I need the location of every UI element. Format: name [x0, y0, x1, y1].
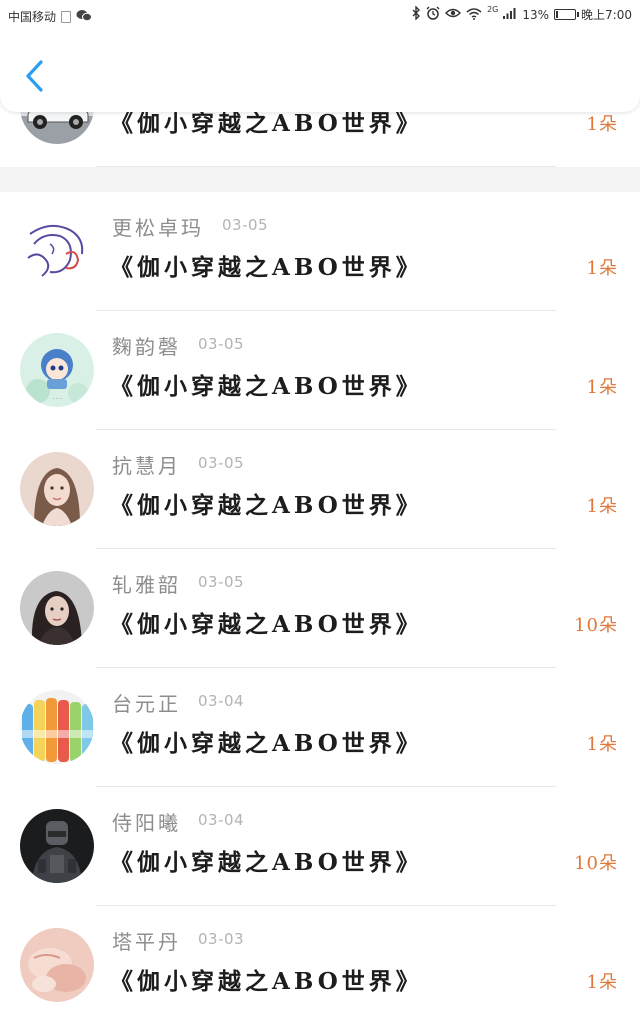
- date: 03-05: [198, 573, 245, 591]
- list-item[interactable]: 塔平丹 03-03 《伽小穿越之ABO世界》 1朵: [0, 906, 640, 1024]
- battery-level: [556, 11, 559, 18]
- book-title: 《伽小穿越之ABO世界》: [110, 968, 423, 995]
- book-title: 《伽小穿越之ABO世界》: [110, 611, 423, 638]
- date: 03-04: [198, 811, 245, 829]
- alarm-icon: [426, 6, 440, 23]
- wechat-icon: [76, 9, 93, 25]
- sim-icon: [61, 10, 72, 23]
- flower-count: 1朵: [586, 114, 618, 135]
- book-title: 《伽小穿越之ABO世界》: [110, 849, 423, 876]
- list-item[interactable]: 轧雅韶 03-05 《伽小穿越之ABO世界》 10朵: [0, 549, 640, 668]
- flower-count: 1朵: [586, 972, 618, 993]
- username: 更松卓玛: [112, 216, 204, 240]
- date: 03-05: [198, 454, 245, 472]
- avatar[interactable]: [20, 690, 94, 764]
- list-item[interactable]: 更松卓玛 03-05 《伽小穿越之ABO世界》 1朵: [0, 192, 640, 311]
- back-button[interactable]: [20, 56, 50, 96]
- eye-icon: [445, 7, 462, 22]
- date: 03-05: [198, 335, 245, 353]
- carrier-label: 中国移动: [8, 10, 57, 24]
- username: 台元正: [112, 692, 181, 716]
- status-bar: 中国移动 2G 13% 晚上7:00: [0, 0, 640, 30]
- avatar[interactable]: [20, 571, 94, 645]
- wifi-icon: [466, 7, 482, 23]
- book-title: 《伽小穿越之ABO世界》: [110, 730, 423, 757]
- username: 轧雅韶: [112, 573, 181, 597]
- date: 03-04: [198, 692, 245, 710]
- network-type-label: 2G: [487, 5, 499, 14]
- flower-count: 10朵: [574, 853, 618, 874]
- username: 塔平丹: [112, 930, 181, 954]
- clock-label: 晚上7:00: [581, 8, 632, 22]
- battery-icon: [554, 9, 580, 20]
- gift-list: 卞达 03-05 《伽小穿越之ABO世界》 1朵 更松卓玛 03-05 《伽小穿…: [0, 0, 640, 1024]
- username: 抗慧月: [112, 454, 181, 478]
- list-item[interactable]: 侍阳曦 03-04 《伽小穿越之ABO世界》 10朵: [0, 787, 640, 906]
- username: 侍阳曦: [112, 811, 181, 835]
- bluetooth-icon: [412, 5, 421, 23]
- status-right: 2G 13% 晚上7:00: [412, 5, 632, 23]
- date: 03-05: [222, 216, 269, 234]
- battery-percent-label: 13%: [522, 7, 550, 22]
- book-title: 《伽小穿越之ABO世界》: [110, 254, 423, 281]
- book-title: 《伽小穿越之ABO世界》: [110, 492, 423, 519]
- status-left: 中国移动: [8, 8, 93, 25]
- flower-count: 1朵: [586, 734, 618, 755]
- avatar[interactable]: [20, 809, 94, 883]
- flower-count: 1朵: [586, 496, 618, 517]
- divider: [96, 166, 556, 167]
- flower-count: 1朵: [586, 377, 618, 398]
- flower-count: 1朵: [586, 258, 618, 279]
- list-item[interactable]: · · · 麴韵磬 03-05 《伽小穿越之ABO世界》 1朵: [0, 311, 640, 430]
- book-title: 《伽小穿越之ABO世界》: [110, 373, 423, 400]
- avatar[interactable]: [20, 214, 94, 288]
- flower-gift-list-page: 卞达 03-05 《伽小穿越之ABO世界》 1朵 更松卓玛 03-05 《伽小穿…: [0, 0, 640, 1024]
- username: 麴韵磬: [112, 335, 181, 359]
- avatar[interactable]: [20, 928, 94, 1002]
- list-item[interactable]: 抗慧月 03-05 《伽小穿越之ABO世界》 1朵: [0, 430, 640, 549]
- date: 03-03: [198, 930, 245, 948]
- svg-text:· · ·: · · ·: [52, 396, 62, 403]
- chevron-left-icon: [26, 60, 43, 92]
- signal-icon: [503, 7, 517, 22]
- top-bar: 中国移动 2G 13% 晚上7:00: [0, 0, 640, 112]
- avatar[interactable]: · · ·: [20, 333, 94, 407]
- flower-count: 10朵: [574, 615, 618, 636]
- avatar[interactable]: [20, 452, 94, 526]
- list-item[interactable]: 台元正 03-04 《伽小穿越之ABO世界》 1朵: [0, 668, 640, 787]
